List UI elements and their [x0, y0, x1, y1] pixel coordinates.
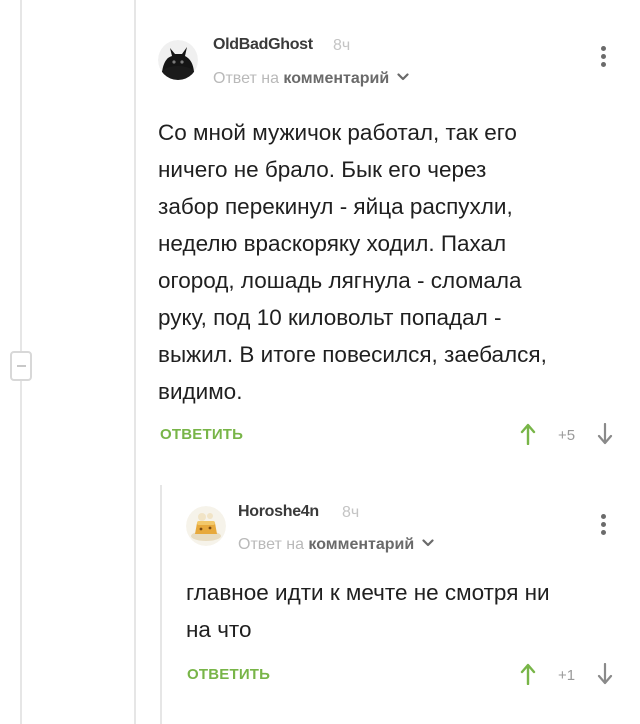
avatar[interactable]	[158, 40, 198, 80]
arrow-down-icon[interactable]	[597, 663, 613, 685]
reply-to-link[interactable]: Ответ на комментарий	[213, 70, 409, 88]
comment-line: главное идти к мечте не смотря ни	[186, 580, 550, 605]
chevron-down-icon	[422, 539, 434, 547]
comment-2: Horoshe4n 8ч Ответ на комментарий главно…	[0, 460, 640, 724]
more-vertical-icon[interactable]	[601, 514, 607, 538]
comment-body: главное идти к мечте не смотря ни на что	[186, 574, 631, 648]
chevron-down-icon	[397, 73, 409, 81]
comment-line: видимо.	[158, 379, 243, 404]
comment-line: руку, под 10 киловольт попадал -	[158, 305, 502, 330]
avatar-image	[186, 506, 226, 546]
comment-author[interactable]: Horoshe4n	[238, 503, 319, 521]
reply-to-target: комментарий	[283, 70, 390, 87]
avatar-image	[158, 40, 198, 80]
comment-time: 8ч	[342, 504, 360, 521]
comment-line: Со мной мужичок работал, так его	[158, 120, 517, 145]
comment-line: забор перекинул - яйца распухли,	[158, 194, 513, 219]
reply-to-target: комментарий	[308, 536, 415, 553]
comment-line: на что	[186, 617, 252, 642]
comment-line: выжил. В итоге повесился, заебался,	[158, 342, 547, 367]
comment-author[interactable]: OldBadGhost	[213, 36, 313, 54]
rating-score: +1	[558, 667, 576, 684]
comment-time: 8ч	[333, 37, 351, 54]
arrow-down-icon[interactable]	[597, 423, 613, 445]
reply-button[interactable]: ОТВЕТИТЬ	[160, 426, 243, 443]
comment-1: OldBadGhost 8ч Ответ на комментарий Со м…	[0, 0, 640, 460]
arrow-up-icon[interactable]	[520, 423, 536, 445]
more-vertical-icon[interactable]	[601, 46, 607, 70]
comment-body: Со мной мужичок работал, так его ничего …	[158, 114, 628, 410]
rating-score: +5	[558, 427, 576, 444]
avatar[interactable]	[186, 506, 226, 546]
reply-to-prefix: Ответ на	[238, 536, 304, 553]
reply-button[interactable]: ОТВЕТИТЬ	[187, 666, 270, 683]
arrow-up-icon[interactable]	[520, 663, 536, 685]
reply-to-prefix: Ответ на	[213, 70, 279, 87]
comment-line: ничего не брало. Бык его через	[158, 157, 487, 182]
comment-line: неделю враскоряку ходил. Пахал	[158, 231, 507, 256]
reply-to-link[interactable]: Ответ на комментарий	[238, 536, 434, 554]
comment-line: огород, лошадь лягнула - сломала	[158, 268, 522, 293]
